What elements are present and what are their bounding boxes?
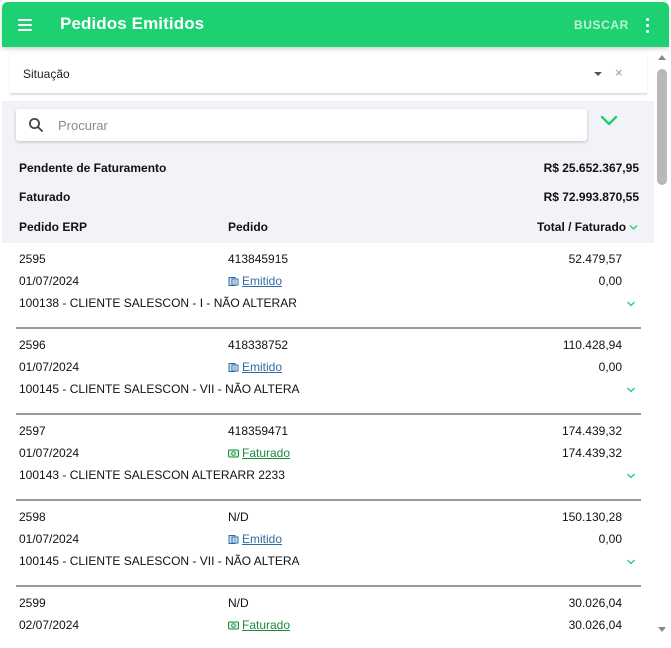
order-status-text: Faturado [242, 618, 291, 632]
document-icon [228, 363, 239, 372]
order-billed-value: 0,00 [598, 532, 622, 546]
search-input[interactable] [58, 112, 578, 138]
pending-value: R$ 25.652.367,95 [543, 161, 639, 175]
caret-down-icon[interactable] [594, 72, 602, 76]
order-billed-value: 0,00 [598, 274, 622, 288]
expand-chevron-icon[interactable] [626, 386, 636, 394]
order-client: 100138 - CLIENTE SALESCON - I - NÃO ALTE… [19, 296, 297, 310]
order-number: 418359471 [228, 424, 289, 438]
money-icon [228, 621, 239, 630]
column-header-erp: Pedido ERP [19, 220, 88, 234]
order-status-text: Emitido [242, 532, 283, 546]
situacao-select[interactable]: Situação × [10, 53, 647, 94]
scroll-up-arrow-icon[interactable] [658, 55, 666, 60]
order-erp: 2596 [19, 338, 46, 352]
pending-label: Pendente de Faturamento [19, 161, 167, 175]
column-header-pedido: Pedido [228, 220, 269, 234]
scroll-down-arrow-icon[interactable] [658, 627, 666, 632]
order-client: 100143 - CLIENTE SALESCON ALTERARR 2233 [19, 468, 285, 482]
search-icon [29, 118, 43, 132]
order-status-link[interactable]: Emitido [228, 360, 282, 374]
money-icon [228, 449, 239, 458]
main-content: Situação × Pendente de Faturamento R$ 25… [2, 47, 654, 644]
buscar-button[interactable]: BUSCAR [574, 18, 629, 32]
order-erp: 2598 [19, 510, 46, 524]
situacao-select-label: Situação [23, 67, 70, 81]
order-total: 110.428,94 [562, 338, 622, 352]
billed-label: Faturado [19, 190, 71, 204]
more-vertical-icon[interactable] [640, 16, 656, 36]
document-icon [228, 535, 239, 544]
order-row-2599[interactable]: 2599 02/07/2024 N/D Faturado 30.026,04 3… [16, 587, 641, 644]
order-erp: 2595 [19, 252, 46, 266]
scroll-thumb[interactable] [657, 69, 667, 185]
scrollbar[interactable] [655, 51, 669, 644]
expand-chevron-icon[interactable] [626, 472, 636, 480]
order-status-link[interactable]: Faturado [228, 446, 290, 460]
order-row-2596[interactable]: 2596 01/07/2024 100145 - CLIENTE SALESCO… [16, 329, 641, 415]
expand-chevron-icon[interactable] [626, 300, 636, 308]
order-billed-value: 174.439,32 [561, 446, 622, 460]
order-row-2595[interactable]: 2595 01/07/2024 100138 - CLIENTE SALESCO… [16, 243, 641, 329]
order-number: 413845915 [228, 252, 289, 266]
order-status-link[interactable]: Faturado [228, 618, 290, 632]
order-total: 52.479,57 [568, 252, 622, 266]
order-number: 418338752 [228, 338, 289, 352]
order-row-2598[interactable]: 2598 01/07/2024 100145 - CLIENTE SALESCO… [16, 501, 641, 587]
order-billed-value: 0,00 [598, 360, 622, 374]
column-header-total[interactable]: Total / Faturado [537, 220, 638, 234]
menu-icon[interactable] [16, 15, 38, 35]
order-client: 100145 - CLIENTE SALESCON - VII - NÃO AL… [19, 382, 300, 396]
chevron-down-icon[interactable] [598, 113, 620, 129]
order-row-2597[interactable]: 2597 01/07/2024 100143 - CLIENTE SALESCO… [16, 415, 641, 501]
order-client: 100145 - CLIENTE SALESCON - VII - NÃO AL… [19, 554, 300, 568]
page-title: Pedidos Emitidos [60, 14, 205, 33]
order-status-text: Emitido [242, 360, 283, 374]
expand-chevron-icon[interactable] [626, 558, 636, 566]
order-number: N/D [228, 510, 249, 524]
order-date: 02/07/2024 [19, 618, 80, 632]
order-billed-value: 30.026,04 [568, 618, 622, 632]
order-date: 01/07/2024 [19, 360, 80, 374]
order-status-link[interactable]: Emitido [228, 274, 282, 288]
order-number: N/D [228, 596, 249, 610]
orders-list: 2595 01/07/2024 100138 - CLIENTE SALESCO… [16, 243, 641, 644]
close-icon[interactable]: × [615, 65, 623, 80]
column-header-total-label: Total / Faturado [537, 220, 627, 234]
search-box [16, 109, 587, 141]
summary-panel: Pendente de Faturamento R$ 25.652.367,95… [2, 101, 654, 243]
order-total: 174.439,32 [561, 424, 622, 438]
order-status-text: Faturado [242, 446, 291, 460]
billed-value: R$ 72.993.870,55 [543, 190, 639, 204]
document-icon [228, 277, 239, 286]
order-erp: 2599 [19, 596, 46, 610]
order-date: 01/07/2024 [19, 274, 80, 288]
order-total: 150.130,28 [561, 510, 622, 524]
sort-chevron-icon [629, 225, 638, 231]
order-date: 01/07/2024 [19, 446, 80, 460]
app-window: Pedidos Emitidos BUSCAR Situação × Pende… [0, 0, 671, 648]
app-bar: Pedidos Emitidos BUSCAR [2, 2, 669, 47]
order-total: 30.026,04 [568, 596, 622, 610]
order-status-link[interactable]: Emitido [228, 532, 282, 546]
order-erp: 2597 [19, 424, 46, 438]
order-date: 01/07/2024 [19, 532, 80, 546]
order-status-text: Emitido [242, 274, 283, 288]
